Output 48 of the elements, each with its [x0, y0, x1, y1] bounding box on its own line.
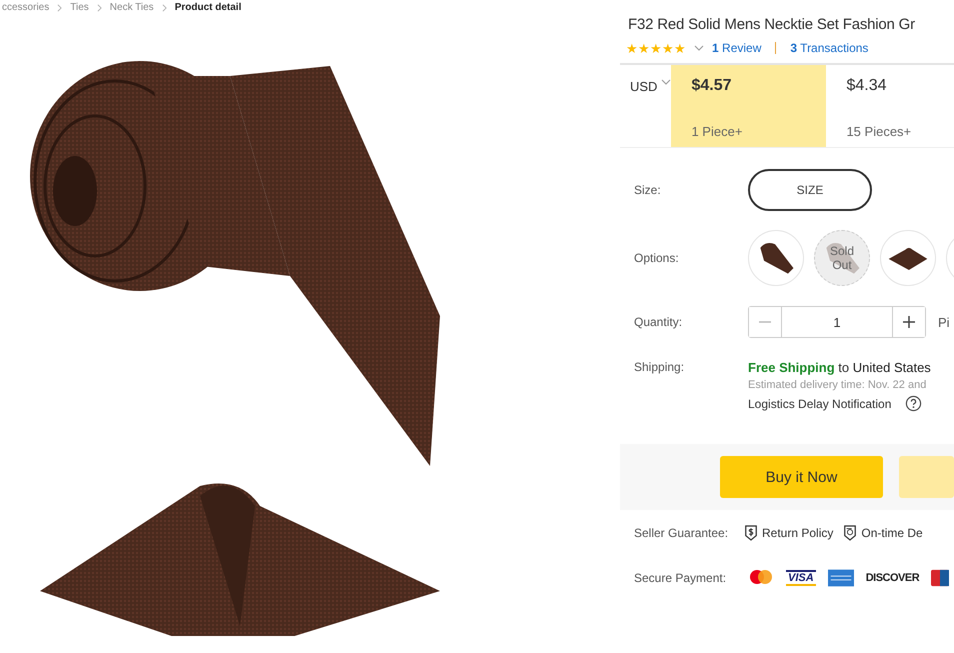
shipping-to-text: to	[838, 360, 850, 375]
logistics-notice-link[interactable]: Logistics Delay Notification	[748, 396, 892, 410]
chevron-right-icon	[162, 4, 167, 12]
star-rating: ★★★★★	[626, 40, 686, 56]
currency-selector[interactable]: USD	[620, 65, 672, 147]
divider-bar	[775, 42, 776, 54]
size-label: Size:	[634, 183, 662, 197]
clock-shield-icon	[843, 525, 858, 541]
size-option[interactable]: SIZE	[748, 169, 872, 211]
quantity-unit: Pi	[938, 314, 950, 330]
tier-quantity: 1 Piece+	[691, 124, 744, 139]
chevron-down-icon[interactable]	[694, 45, 704, 51]
price-tier[interactable]: $4.57 1 Piece+	[671, 65, 826, 147]
options-label: Options:	[634, 251, 680, 265]
tier-price: $4.57	[691, 77, 732, 95]
delivery-estimate: Estimated delivery time: Nov. 22 and	[748, 379, 928, 391]
discover-logo: DISCOVER	[866, 572, 920, 584]
breadcrumb-link[interactable]: Ties	[70, 1, 89, 15]
chevron-right-icon	[57, 4, 62, 12]
reviews-link[interactable]: 1 Review	[712, 41, 762, 55]
breadcrumb-link[interactable]: Neck Ties	[110, 1, 154, 15]
visa-logo: VISA	[786, 570, 816, 586]
breadcrumb-link[interactable]: ccessories	[2, 1, 50, 15]
breadcrumb-link[interactable]: Product detail	[174, 1, 242, 15]
help-icon[interactable]	[905, 395, 922, 412]
buy-now-button[interactable]: Buy it Now	[720, 456, 883, 498]
guarantee-link[interactable]: On-time De	[861, 526, 923, 540]
chevron-right-icon	[96, 4, 102, 12]
sold-out-label: Sold Out	[828, 244, 856, 272]
plus-icon	[902, 315, 916, 329]
tier-price: $4.34	[846, 77, 888, 95]
guarantee-link[interactable]: Return Policy	[762, 526, 834, 540]
chevron-down-icon	[661, 79, 672, 85]
mastercard-logo-icon	[748, 569, 774, 587]
shipping-label: Shipping:	[634, 360, 686, 374]
dollar-shield-icon	[744, 525, 758, 541]
free-shipping-text: Free Shipping	[748, 360, 835, 375]
product-title: F32 Red Solid Mens Necktie Set Fashion Gr	[627, 16, 916, 33]
transactions-link[interactable]: 3 Transactions	[790, 41, 868, 55]
price-tier[interactable]: $4.34 15 Pieces+	[826, 65, 954, 147]
quantity-label: Quantity:	[634, 315, 684, 329]
country-selector[interactable]: United States	[852, 360, 931, 375]
amex-logo-icon	[828, 569, 854, 587]
tier-quantity: 15 Pieces+	[846, 124, 912, 139]
seller-guarantee-label: Seller Guarantee:	[634, 526, 730, 540]
unionpay-logo-icon	[931, 569, 950, 587]
secure-payment-label: Secure Payment:	[634, 571, 728, 585]
quantity-stepper[interactable]: 1	[748, 306, 926, 338]
